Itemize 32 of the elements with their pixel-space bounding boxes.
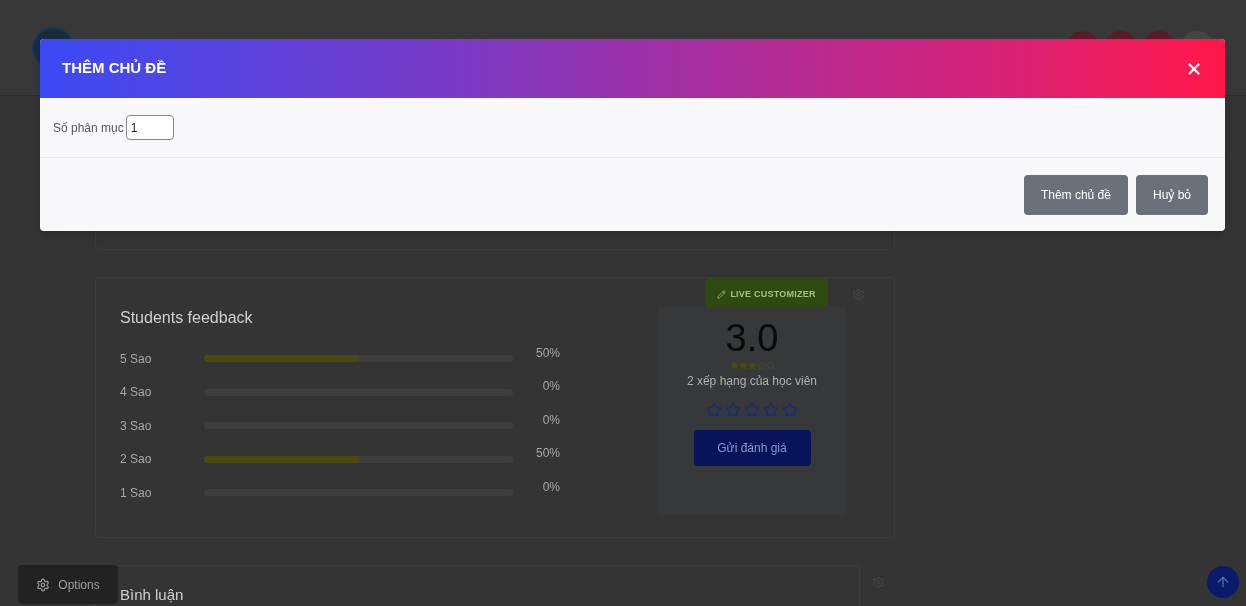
comments-title: Bình luận <box>120 586 185 604</box>
star-icon[interactable] <box>744 402 760 418</box>
pencil-icon <box>717 290 727 299</box>
rating-label: 5 Sao <box>120 350 153 368</box>
star-icon <box>729 361 739 370</box>
star-icon[interactable] <box>763 402 779 418</box>
percent-text: 50% <box>534 445 560 463</box>
field-label: Số phân mục <box>53 119 124 137</box>
star-icon[interactable] <box>782 402 798 418</box>
percent-text: 0% <box>541 378 560 396</box>
scroll-top-button[interactable] <box>1207 566 1239 598</box>
percent-text: 0% <box>541 411 560 429</box>
modal-button[interactable]: Thêm chủ đề <box>1023 174 1128 215</box>
rating-count: 2 xếp hạng của học viên <box>686 373 818 390</box>
star-icon <box>756 361 766 370</box>
feedback-title: Students feedback <box>120 308 254 328</box>
star-icon <box>747 361 757 370</box>
rating-label: 1 Sao <box>120 484 153 502</box>
modal-button[interactable]: Huỷ bỏ <box>1135 174 1208 215</box>
rating-label: 4 Sao <box>120 384 153 402</box>
modal-title: THÊM CHỦ ĐỀ <box>62 58 167 79</box>
percent-text: 50% <box>534 344 560 362</box>
star-icon[interactable] <box>725 402 741 418</box>
percent-text: 0% <box>541 478 560 496</box>
star-icon <box>738 361 748 370</box>
submit-rating-button[interactable]: Gửi đánh giá <box>693 430 811 466</box>
star-icon[interactable] <box>706 402 722 418</box>
section-count-input[interactable]: 1 <box>125 115 174 140</box>
rating-label: 3 Sao <box>120 417 153 435</box>
gear-icon <box>36 577 51 592</box>
rating-label: 2 Sao <box>120 451 153 469</box>
options-button[interactable]: Options <box>18 565 118 604</box>
